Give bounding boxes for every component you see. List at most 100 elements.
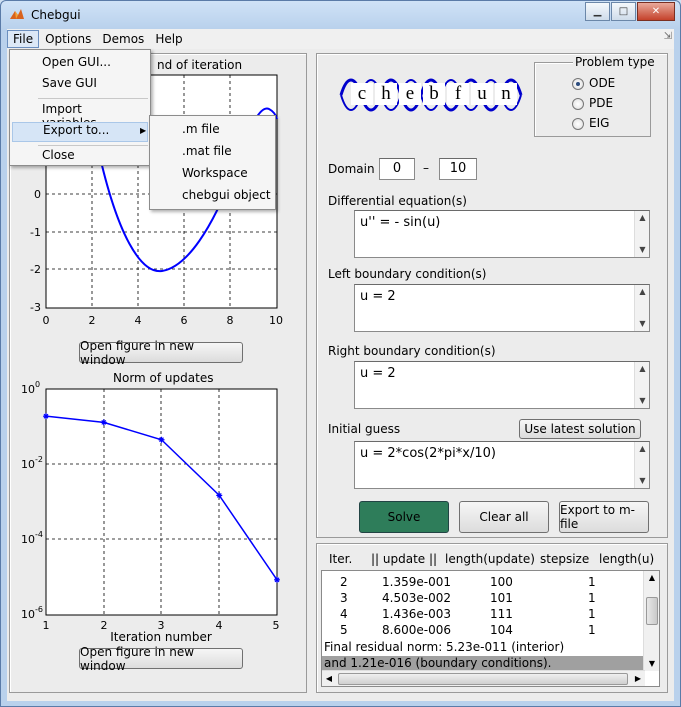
export-chebgui-object[interactable]: chebgui object	[152, 188, 271, 202]
domain-label: Domain	[328, 162, 375, 176]
scroll-down-icon[interactable]: ▼	[635, 474, 650, 488]
menu-options[interactable]: Options	[40, 31, 96, 47]
hdr-update: || update ||	[371, 552, 438, 566]
rbc-input[interactable]: u = 2 ▲ ▼	[354, 361, 650, 409]
menu-save-gui[interactable]: Save GUI	[12, 76, 148, 94]
de-value: u'' = - sin(u)	[360, 215, 441, 230]
guess-input[interactable]: u = 2*cos(2*pi*x/10) ▲ ▼	[354, 441, 650, 489]
title-bar[interactable]: Chebgui ▁ □ ✕	[1, 1, 680, 29]
p2-ytick-0: 100	[21, 380, 40, 396]
logo-letter-e: e	[399, 83, 421, 105]
row-iter: 5	[340, 623, 348, 637]
row-length-update: 111	[490, 607, 513, 621]
row-stepsize: 1	[588, 591, 596, 605]
row-update: 1.359e-001	[382, 575, 451, 589]
client-area: nd of iteration 0 2 4 6 8 10 0 -1 -2 -3	[7, 31, 674, 701]
radio-ode-label[interactable]: ODE	[589, 76, 615, 90]
scroll-down-icon[interactable]: ▼	[644, 657, 659, 671]
solve-button[interactable]: Solve	[359, 501, 449, 533]
de-label: Differential equation(s)	[328, 194, 467, 208]
logo-letter-u: u	[471, 83, 493, 105]
menu-bar: File Options Demos Help	[7, 29, 674, 49]
row-length-update: 101	[490, 591, 513, 605]
menu-open-gui[interactable]: Open GUI...	[12, 55, 148, 73]
boundary-residual-text: and 1.21e-016 (boundary conditions).	[324, 656, 552, 670]
p2-xtick-4: 5	[273, 619, 280, 632]
domain-start-input[interactable]: 0	[379, 158, 415, 180]
row-length-update: 104	[490, 623, 513, 637]
guess-value: u = 2*cos(2*pi*x/10)	[360, 446, 496, 461]
matlab-icon	[10, 9, 24, 19]
domain-dash: –	[423, 161, 429, 175]
p2-ytick-3: 10-6	[21, 605, 43, 621]
table-row: 5 8.600e-006 104 1	[322, 623, 642, 639]
export-mat-file[interactable]: .mat file	[152, 144, 232, 158]
lbc-input[interactable]: u = 2 ▲ ▼	[354, 284, 650, 332]
guess-scrollbar[interactable]: ▲ ▼	[634, 442, 649, 488]
lbc-scrollbar[interactable]: ▲ ▼	[634, 285, 649, 331]
export-mfile-button[interactable]: Export to m-file	[559, 501, 649, 533]
table-row: 2 1.359e-001 100 1	[322, 575, 642, 591]
iteration-listbox[interactable]: 2 1.359e-001 100 1 3 4.503e-002 101 1 4 …	[321, 570, 660, 687]
menu-separator	[38, 98, 148, 99]
p2-ytick-1: 10-2	[21, 455, 43, 471]
row-iter: 2	[340, 575, 348, 589]
lbc-label: Left boundary condition(s)	[328, 267, 487, 281]
window-title: Chebgui	[31, 8, 81, 22]
scroll-down-icon[interactable]: ▼	[635, 394, 650, 408]
scroll-up-icon[interactable]: ▲	[644, 571, 659, 585]
menu-export-to[interactable]: Export to...	[12, 122, 148, 142]
p2-xtick-1: 2	[101, 619, 108, 632]
menu-demos[interactable]: Demos	[97, 31, 149, 47]
de-input[interactable]: u'' = - sin(u) ▲ ▼	[354, 210, 650, 258]
scroll-left-icon[interactable]: ◀	[322, 671, 336, 686]
scroll-up-icon[interactable]: ▲	[635, 442, 650, 456]
vertical-scrollbar[interactable]: ▲ ▼	[643, 571, 659, 671]
clear-all-button[interactable]: Clear all	[459, 501, 549, 533]
radio-pde[interactable]	[572, 98, 584, 110]
row-iter: 3	[340, 591, 348, 605]
logo-letter-n: n	[495, 83, 517, 105]
menu-help[interactable]: Help	[150, 31, 187, 47]
menu-import-variables[interactable]: Import variables...	[12, 102, 148, 130]
scroll-down-icon[interactable]: ▼	[635, 317, 650, 331]
maximize-button[interactable]: □	[611, 2, 636, 21]
minimize-button[interactable]: ▁	[585, 2, 610, 21]
hdr-stepsize: stepsize	[540, 552, 590, 566]
menu-close[interactable]: Close	[12, 148, 148, 166]
radio-ode[interactable]	[572, 78, 584, 90]
close-button[interactable]: ✕	[637, 2, 675, 21]
domain-end-input[interactable]: 10	[439, 158, 477, 180]
logo-letter-c: c	[351, 83, 373, 105]
export-submenu: .m file .mat file Workspace chebgui obje…	[149, 115, 276, 210]
scroll-right-icon[interactable]: ▶	[631, 671, 645, 686]
rbc-scrollbar[interactable]: ▲ ▼	[634, 362, 649, 408]
p2-xtick-0: 1	[43, 619, 50, 632]
open-figure-button-2[interactable]: Open figure in new window	[79, 645, 243, 673]
radio-pde-label[interactable]: PDE	[589, 96, 613, 110]
scroll-down-icon[interactable]: ▼	[635, 243, 650, 257]
hscroll-thumb[interactable]	[338, 673, 628, 685]
horizontal-scrollbar[interactable]: ◀ ▶	[322, 670, 645, 686]
use-latest-solution-button[interactable]: Use latest solution	[519, 419, 641, 439]
de-scrollbar[interactable]: ▲ ▼	[634, 211, 649, 257]
p2-xtick-3: 4	[216, 619, 223, 632]
scroll-thumb[interactable]	[646, 597, 658, 625]
table-row: 4 1.436e-003 111 1	[322, 607, 642, 623]
scroll-up-icon[interactable]: ▲	[635, 362, 650, 376]
table-row: 3 4.503e-002 101 1	[322, 591, 642, 607]
logo-letter-f: f	[447, 83, 469, 105]
row-stepsize: 1	[588, 607, 596, 621]
resize-grip-icon[interactable]: ⇲	[664, 31, 672, 42]
export-workspace[interactable]: Workspace	[152, 166, 248, 180]
p2-ytick-2: 10-4	[21, 530, 43, 546]
scroll-up-icon[interactable]: ▲	[635, 211, 650, 225]
export-m-file[interactable]: .m file	[152, 122, 220, 136]
radio-eig[interactable]	[572, 118, 584, 130]
scroll-up-icon[interactable]: ▲	[635, 285, 650, 299]
row-length-update: 100	[490, 575, 513, 589]
p2-xlabel: Iteration number	[110, 630, 212, 644]
menu-file[interactable]: File	[7, 30, 40, 48]
hdr-iter: Iter.	[329, 552, 353, 566]
radio-eig-label[interactable]: EIG	[589, 116, 609, 130]
